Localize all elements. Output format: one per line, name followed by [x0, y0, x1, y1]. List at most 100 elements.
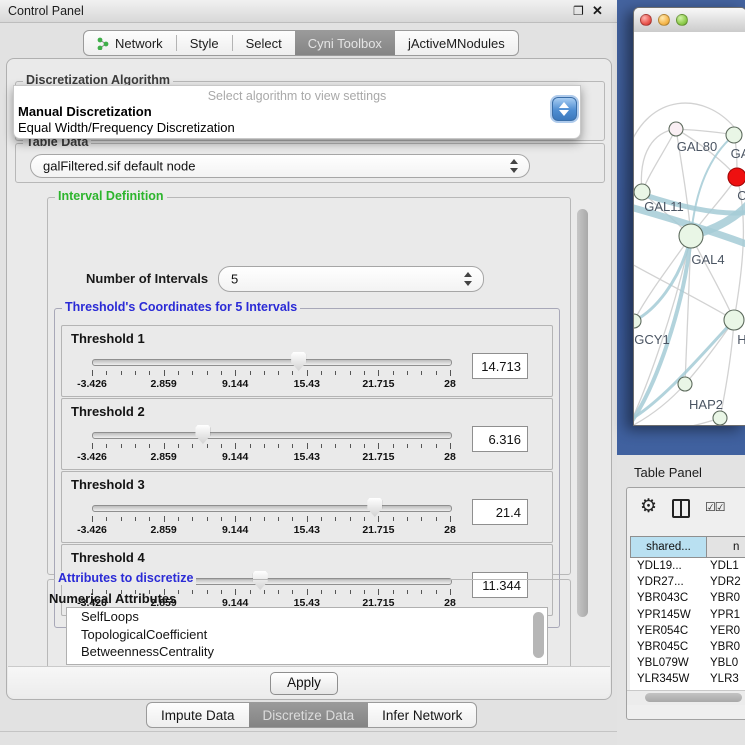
tab-impute-data[interactable]: Impute Data	[147, 703, 249, 727]
slider-thumb[interactable]	[291, 352, 306, 371]
number-of-intervals-label: Number of Intervals	[86, 271, 208, 286]
settings-vertical-scrollbar[interactable]	[574, 187, 591, 665]
threshold-value-field[interactable]: 14.713	[472, 353, 528, 379]
table-data-combobox[interactable]: galFiltered.sif default node	[30, 154, 530, 178]
slider-tick	[250, 517, 251, 521]
table-body[interactable]: YDL19...YDL1YDR27...YDR2YBR043CYBR0YPR14…	[630, 558, 745, 702]
numerical-attributes-label: Numerical Attributes	[49, 591, 176, 606]
slider-tick	[407, 371, 408, 375]
slider-tick	[450, 443, 451, 449]
table-horizontal-scrollbar[interactable]	[627, 690, 745, 705]
apply-button[interactable]: Apply	[270, 672, 338, 695]
tab-cyni-toolbox[interactable]: Cyni Toolbox	[295, 31, 395, 55]
threshold-value-field[interactable]: 21.4	[472, 499, 528, 525]
slider-tick	[106, 517, 107, 521]
network-node-node-red[interactable]	[728, 168, 745, 186]
slider-track[interactable]	[92, 359, 452, 366]
slider-tick-label: 2.859	[150, 524, 176, 536]
network-canvas[interactable]: GAL80GACGAL11GAL4GCY1HHAP2	[634, 32, 745, 425]
attribute-list-item[interactable]: BetweennessCentrality	[67, 643, 547, 661]
slider-tick	[278, 517, 279, 521]
slider-tick	[421, 444, 422, 448]
network-graph: GAL80GACGAL11GAL4GCY1HHAP2	[634, 32, 745, 425]
mac-minimize-button[interactable]	[658, 14, 670, 26]
attribute-list-item[interactable]: SelfLoops	[67, 608, 547, 626]
slider-tick	[235, 370, 236, 376]
slider-tick	[221, 517, 222, 521]
slider-tick	[221, 371, 222, 375]
slider-tick	[378, 443, 379, 449]
tab-infer-network[interactable]: Infer Network	[368, 703, 476, 727]
group-label: Interval Definition	[55, 189, 167, 203]
slider-tick	[292, 517, 293, 521]
algorithm-combo-stepper[interactable]	[552, 97, 577, 121]
network-node-label: GA	[731, 146, 745, 161]
table-row[interactable]: YBR043CYBR0	[630, 590, 745, 606]
float-window-icon[interactable]: ❐	[573, 4, 584, 18]
attribute-list-item[interactable]: TopologicalCoefficient	[67, 626, 547, 644]
slider-tick	[135, 371, 136, 375]
slider-tick	[207, 517, 208, 521]
network-edge	[642, 129, 676, 192]
threshold-value-field[interactable]: 6.316	[472, 426, 528, 452]
tab-style[interactable]: Style	[177, 31, 232, 55]
table-row[interactable]: YPR145WYPR1	[630, 607, 745, 623]
slider-tick	[250, 371, 251, 375]
scrollbar-thumb[interactable]	[577, 209, 588, 617]
dropdown-item-manual-discretization[interactable]: Manual Discretization	[18, 104, 152, 119]
column-header-shared-name[interactable]: shared...	[630, 536, 707, 558]
network-node-GAL4[interactable]	[679, 224, 703, 248]
slider-tick	[393, 444, 394, 448]
threshold-label: Threshold 2	[71, 404, 145, 419]
network-node-node-ga[interactable]	[726, 127, 742, 143]
slider-tick	[278, 444, 279, 448]
numerical-attributes-list[interactable]: SelfLoopsTopologicalCoefficientBetweenne…	[66, 607, 548, 665]
table-row[interactable]: YBR045CYBR0	[630, 639, 745, 655]
table-row[interactable]: YER054CYER0	[630, 623, 745, 639]
slider-tick	[321, 517, 322, 521]
select-all-checkbox-icon[interactable]: ☑☑	[705, 500, 725, 514]
slider-tick	[421, 371, 422, 375]
tab-network[interactable]: Network	[84, 31, 176, 55]
slider-tick-label: 9.144	[222, 451, 248, 463]
slider-tick	[121, 371, 122, 375]
slider-tick	[436, 444, 437, 448]
slider-thumb[interactable]	[195, 425, 210, 444]
slider-track[interactable]	[92, 432, 452, 439]
table-row[interactable]: YLR345WYLR3	[630, 671, 745, 687]
network-node-node-edge[interactable]	[713, 411, 727, 425]
threshold-label: Threshold 1	[71, 331, 145, 346]
number-of-intervals-combobox[interactable]: 5	[218, 266, 484, 292]
network-node-GAL80[interactable]	[669, 122, 683, 136]
close-icon[interactable]: ✕	[592, 3, 603, 19]
gear-icon[interactable]: ⚙	[640, 496, 657, 518]
table-row[interactable]: YBL079WYBL0	[630, 655, 745, 671]
slider-tick	[450, 516, 451, 522]
slider-tick-label: 21.715	[362, 378, 394, 390]
network-node-HAP2[interactable]	[678, 377, 692, 391]
table-cell: YDR2	[707, 576, 745, 588]
slider-tick-label: 9.144	[222, 524, 248, 536]
dropdown-item-equal-width-frequency[interactable]: Equal Width/Frequency Discretization	[18, 120, 235, 135]
network-node-GAL11[interactable]	[634, 184, 650, 200]
combo-stepper-icon	[464, 272, 473, 286]
slider-tick	[192, 517, 193, 521]
slider-tick-label: 15.43	[294, 524, 320, 536]
column-header-name[interactable]: n	[707, 536, 745, 558]
tab-discretize-data[interactable]: Discretize Data	[249, 703, 369, 727]
slider-thumb[interactable]	[367, 498, 382, 517]
network-node-node-h[interactable]	[724, 310, 744, 330]
tab-jactivemnodules[interactable]: jActiveMNodules	[395, 31, 518, 55]
scrollbar-thumb[interactable]	[645, 693, 742, 702]
table-row[interactable]: YDR27...YDR2	[630, 574, 745, 590]
table-row[interactable]: YDL19...YDL1	[630, 558, 745, 574]
slider-tick	[106, 371, 107, 375]
slider-track[interactable]	[92, 505, 452, 512]
tab-select[interactable]: Select	[233, 31, 295, 55]
list-scrollbar-thumb[interactable]	[533, 612, 544, 658]
algorithm-dropdown-popup: Select algorithm to view settings Manual…	[13, 85, 581, 139]
mac-close-button[interactable]	[640, 14, 652, 26]
mac-zoom-button[interactable]	[676, 14, 688, 26]
columns-icon[interactable]	[672, 499, 690, 518]
table-panel-area: Table Panel ⚙ ☑☑ ☑ shared... n YDL19...Y…	[617, 455, 745, 745]
